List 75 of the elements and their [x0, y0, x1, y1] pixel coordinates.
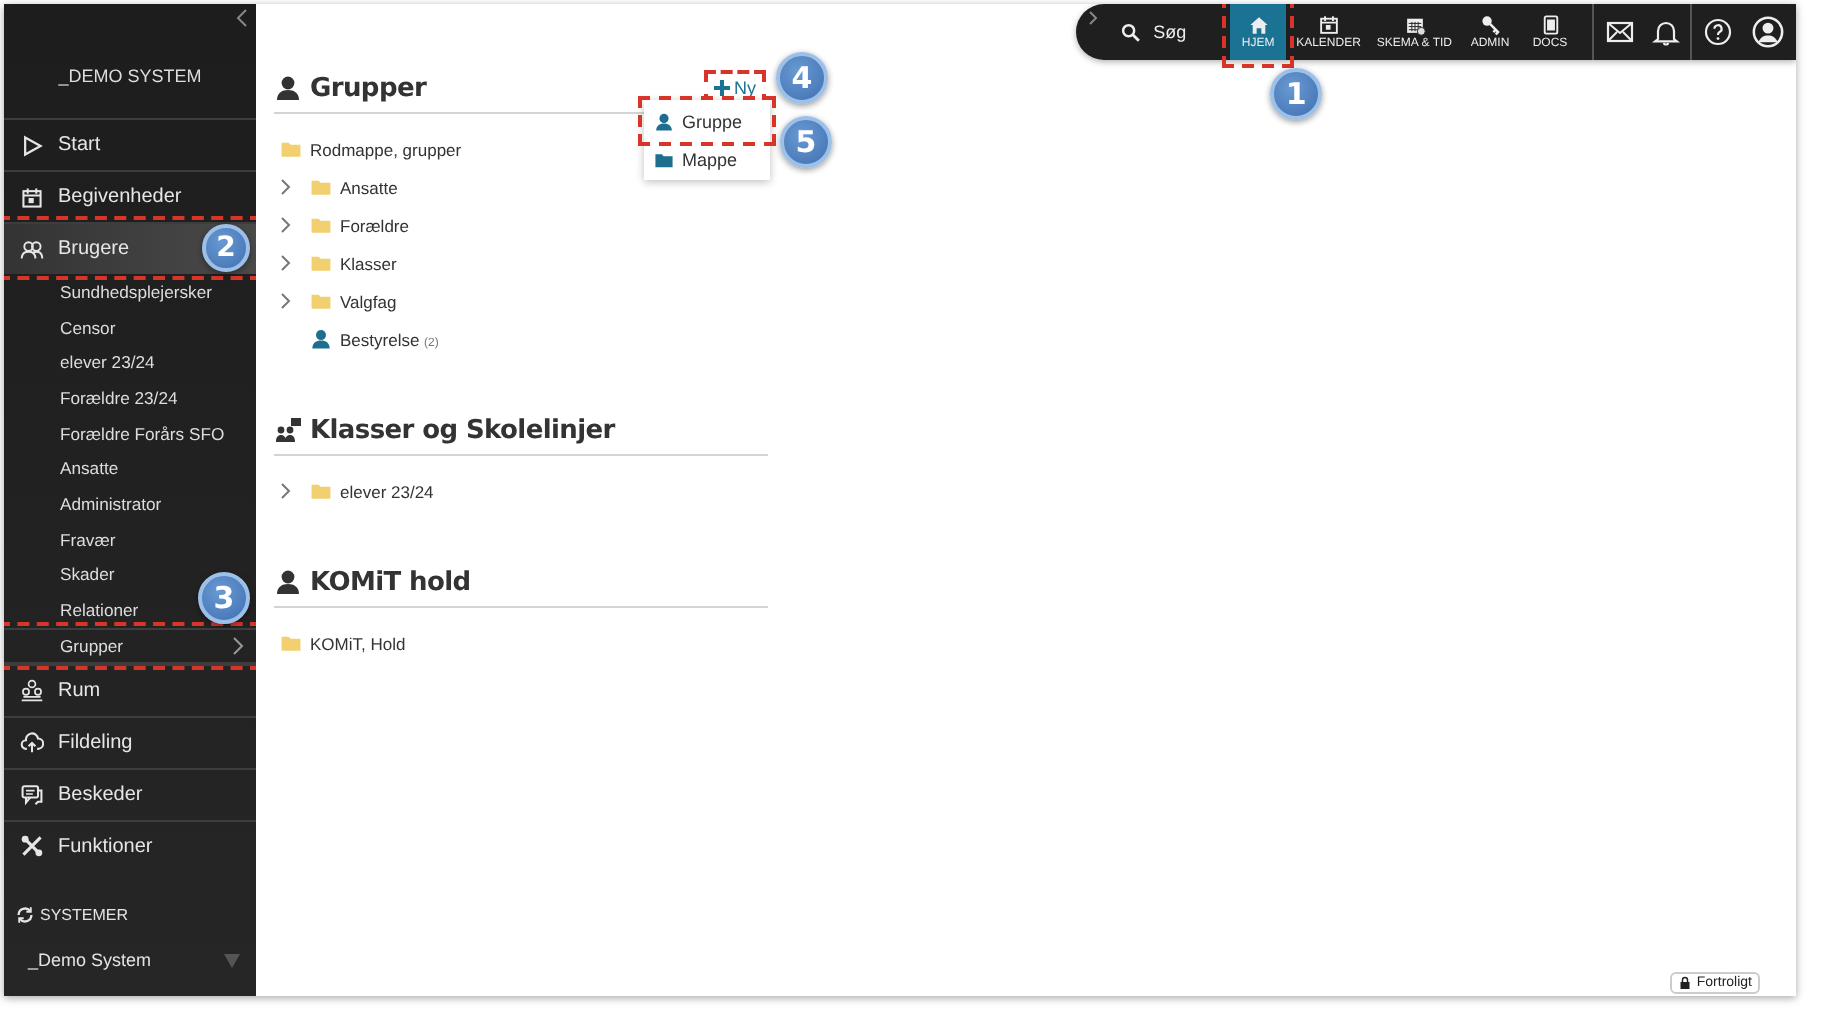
menu-item[interactable]: Mappe [644, 140, 770, 178]
phone-icon [1539, 14, 1561, 36]
person-icon [654, 111, 674, 131]
cloud-upload-icon [20, 730, 44, 755]
tree-item[interactable]: elever 23/24 [340, 481, 434, 501]
step-number-badge: 2 [202, 224, 250, 272]
folder-icon [654, 149, 674, 169]
caret-down-icon [224, 953, 240, 967]
new-button[interactable]: Ny [710, 76, 760, 100]
sidebar-subitem[interactable]: Censor [60, 317, 116, 338]
home-icon [1247, 14, 1270, 36]
folder-icon [310, 290, 332, 312]
folder-icon [280, 138, 302, 160]
chat-icon [20, 782, 44, 807]
step-number-badge: 3 [198, 571, 250, 624]
person-icon [310, 328, 332, 350]
tree-item[interactable]: Ansatte [340, 177, 398, 197]
folder-icon [310, 480, 332, 502]
calendar-clock-icon [1403, 14, 1426, 36]
tree-item[interactable]: Klasser [340, 253, 397, 273]
section-title: Klasser og Skolelinjer [310, 415, 615, 445]
tree-item[interactable]: Forældre [340, 215, 409, 235]
menu-item[interactable]: Gruppe [644, 102, 770, 140]
lock-icon [1678, 976, 1693, 990]
avatar-icon [1752, 16, 1784, 48]
section-label: SYSTEMER [40, 905, 129, 923]
sidebar-subitem[interactable]: Administrator [60, 493, 162, 514]
section-title: Grupper [310, 73, 427, 103]
person-icon [274, 74, 302, 102]
system-title: _DEMO SYSTEM [58, 66, 202, 86]
play-icon [20, 133, 44, 157]
help-icon [1703, 18, 1731, 46]
folder-icon [310, 176, 332, 198]
users-icon [20, 237, 44, 261]
chevron-right-icon[interactable] [280, 482, 292, 500]
folder-icon [280, 632, 302, 654]
sidebar-item[interactable]: Brugere 2 [4, 222, 256, 274]
folder-icon [310, 252, 332, 274]
tree-item[interactable]: Rodmappe, grupper [310, 139, 462, 159]
step-number-badge: 5 [780, 116, 832, 168]
sidebar-subitem[interactable]: Fravær [60, 529, 116, 550]
sidebar-subitem[interactable]: Relationer [60, 600, 139, 621]
sidebar-subitem[interactable]: Sundhedsplejersker [60, 281, 212, 302]
group-board-icon [274, 416, 302, 444]
section-title: KOMiT hold [310, 567, 471, 597]
collapse-icon[interactable] [234, 8, 250, 28]
tree-item[interactable]: KOMiT, Hold [310, 633, 406, 653]
step-number-badge: 1 [1270, 68, 1323, 120]
mail-icon [1605, 18, 1633, 46]
calendar-icon [20, 185, 44, 209]
system-selector[interactable]: _Demo System [4, 936, 256, 984]
chevron-right-icon[interactable] [280, 254, 292, 272]
sync-icon [16, 905, 34, 923]
tree-item[interactable]: Valgfag [340, 291, 397, 311]
people-icon [20, 678, 44, 703]
sidebar-subitem[interactable]: Grupper [4, 627, 256, 664]
folder-icon [310, 214, 332, 236]
sidebar-subitem[interactable]: Forældre Forårs SFO [60, 423, 225, 444]
bell-icon [1651, 18, 1679, 46]
calendar-icon [1317, 14, 1340, 36]
sidebar-subitem[interactable]: Skader [60, 564, 115, 585]
sidebar-subitem[interactable]: Ansatte [60, 458, 119, 479]
plus-icon [714, 80, 730, 96]
expand-icon[interactable] [1087, 10, 1100, 26]
search-icon [1119, 21, 1142, 43]
chevron-right-icon[interactable] [280, 216, 292, 234]
search-button[interactable]: Søg [1099, 4, 1215, 60]
sidebar-subitem[interactable]: Forældre 23/24 [60, 387, 178, 408]
tools-icon [20, 834, 44, 859]
chevron-right-icon[interactable] [280, 292, 292, 310]
chevron-right-icon[interactable] [280, 178, 292, 196]
person-icon [274, 568, 302, 596]
sidebar-subitem[interactable]: elever 23/24 [60, 352, 155, 373]
step-number-badge: 4 [776, 52, 828, 104]
key-icon [1479, 14, 1501, 36]
